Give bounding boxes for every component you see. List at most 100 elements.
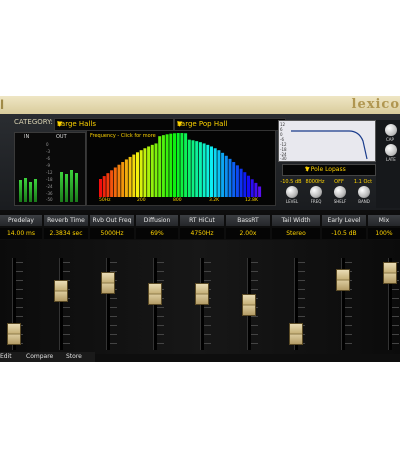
meter-bar — [19, 180, 22, 202]
mix-value[interactable]: 100% — [368, 228, 400, 239]
spectrum-bar — [158, 136, 162, 197]
fader-tick — [392, 298, 399, 299]
fader-tick — [157, 262, 164, 263]
fader-tick — [345, 298, 352, 299]
fader-tick — [204, 307, 211, 308]
fader-tick — [251, 334, 258, 335]
spectrum-bar — [161, 135, 165, 197]
fader-tick — [298, 298, 305, 299]
fader-tick — [392, 325, 399, 326]
filter-type-select[interactable]: 1 Pole Lopass ▼ — [282, 164, 376, 176]
late-label: LATE — [386, 157, 396, 162]
tail-width-value[interactable]: Stereo — [272, 228, 320, 239]
spectrum-bar — [124, 159, 128, 197]
knob-label: FREQ — [310, 199, 322, 204]
spectrum-bar — [143, 148, 147, 197]
spectrum-bar — [210, 146, 213, 197]
spectrum-bar — [128, 156, 132, 197]
shelf-knob[interactable] — [334, 186, 346, 198]
fader-tick — [298, 271, 305, 272]
fader-cap[interactable] — [289, 322, 303, 345]
fader-tick — [110, 316, 117, 317]
fader-tick — [63, 271, 70, 272]
fader-cap[interactable] — [242, 294, 256, 316]
meter-bar — [65, 174, 68, 202]
fader-tick — [251, 271, 258, 272]
freq-knob[interactable] — [310, 186, 322, 198]
fader-cap[interactable] — [195, 283, 209, 306]
rvb-out-freq-value[interactable]: 5000Hz — [90, 228, 134, 239]
store-button[interactable]: Store — [66, 353, 82, 360]
fader-tick — [392, 343, 399, 344]
late-button[interactable] — [385, 144, 397, 156]
fader-tick — [16, 307, 23, 308]
predelay-value[interactable]: 14.00 ms — [0, 228, 42, 239]
meter-bar — [29, 182, 32, 202]
fader-tick — [345, 325, 352, 326]
bassrt-value[interactable]: 2.00x — [226, 228, 270, 239]
frequency-display[interactable]: Frequency - Click for more 50Hz 200 800 … — [86, 130, 276, 206]
meter-scale-label: -50 — [46, 197, 53, 202]
fader-cap[interactable] — [101, 272, 115, 295]
fader-tick — [110, 343, 117, 344]
spectrum-bar — [243, 172, 247, 197]
fader-cap[interactable] — [383, 261, 397, 284]
spectrum-bar — [169, 133, 173, 197]
rt-hicut-value[interactable]: 4750Hz — [180, 228, 224, 239]
knob-label: LEVEL — [285, 199, 299, 204]
fader-tick — [298, 280, 305, 281]
spectrum-bar — [154, 143, 158, 197]
fader-tick — [345, 307, 352, 308]
cap-button[interactable] — [385, 124, 397, 136]
fader-tick — [63, 334, 70, 335]
fader-tick — [63, 325, 70, 326]
fader-cap[interactable] — [336, 268, 350, 291]
fader-tick — [110, 262, 117, 263]
edit-button[interactable]: Edit — [0, 353, 12, 360]
param-header: Early Level — [322, 215, 366, 226]
spectrum-bar — [99, 179, 102, 197]
level-knob[interactable] — [286, 186, 298, 198]
fader-tick — [204, 325, 211, 326]
fader-tick — [63, 316, 70, 317]
spectrum-bar — [235, 165, 239, 197]
meter-scale-label: -6 — [46, 156, 50, 161]
fader-tick — [157, 316, 164, 317]
spectrum-bar — [132, 154, 136, 197]
fader-tick — [204, 280, 211, 281]
spectrum-bar — [191, 140, 195, 197]
fader-cap[interactable] — [54, 279, 68, 302]
fader-tick — [110, 325, 117, 326]
spectrum-bar — [136, 152, 139, 197]
spectrum-graph — [99, 133, 262, 197]
spectrum-bar — [224, 155, 228, 197]
spectrum-bar — [110, 170, 114, 197]
fader-tick — [157, 325, 164, 326]
fader-tick — [16, 262, 23, 263]
meter-bar — [60, 172, 63, 202]
fader-tick — [392, 334, 399, 335]
param-header: BassRT — [226, 215, 270, 226]
spectrum-bar — [254, 182, 258, 197]
spectrum-bar — [202, 143, 206, 197]
diffusion-value[interactable]: 69% — [136, 228, 178, 239]
fader-cap[interactable] — [7, 322, 21, 345]
knob-label: SHELF — [333, 199, 347, 204]
fader-tick — [251, 325, 258, 326]
meter-scale-label: -9 — [46, 163, 50, 168]
freq-axis-label: 3.2K — [209, 198, 220, 203]
band-knob[interactable] — [358, 186, 370, 198]
spectrum-bar — [165, 134, 169, 197]
spectrum-bar — [198, 142, 202, 197]
early-level-value[interactable]: -10.5 dB — [322, 228, 366, 239]
eq-graph[interactable]: 12 6 0 -6 -12 -18 -24 -30 — [278, 120, 376, 162]
meter-scale-label: -12 — [46, 170, 53, 175]
freq-axis-label: 800 — [173, 198, 182, 203]
fader-tick — [204, 271, 211, 272]
compare-button[interactable]: Compare — [26, 353, 53, 360]
reverb-time-value[interactable]: 2.3834 sec — [44, 228, 88, 239]
knob-label: BAND — [358, 199, 370, 204]
eq-curve — [291, 130, 368, 160]
fader-cap[interactable] — [148, 283, 162, 306]
spectrum-bar — [139, 150, 143, 197]
